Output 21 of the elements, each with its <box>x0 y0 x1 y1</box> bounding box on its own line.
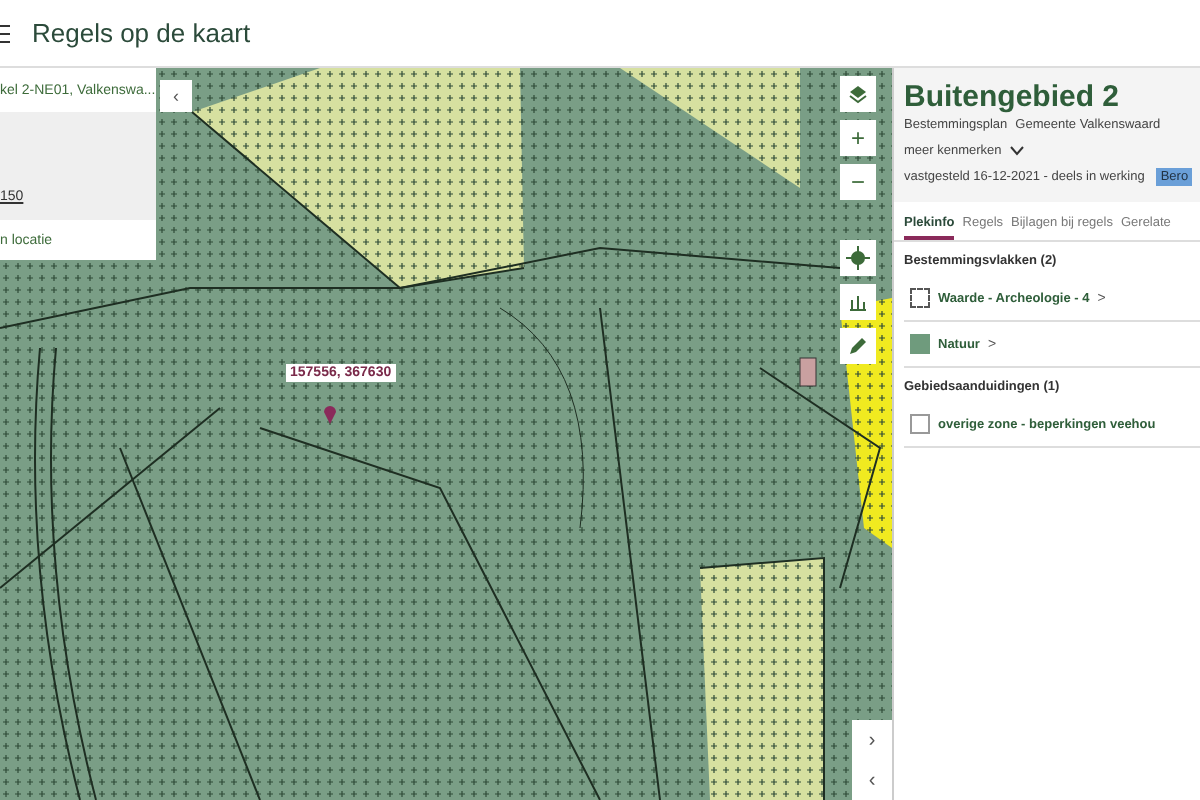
zoom-out-button[interactable]: − <box>840 164 876 200</box>
layers-icon <box>848 84 868 104</box>
chevron-down-icon <box>1009 146 1024 156</box>
zoom-in-button[interactable]: + <box>840 120 876 156</box>
bar-chart-icon <box>848 292 868 312</box>
pencil-icon <box>848 336 868 356</box>
chart-button[interactable] <box>840 284 876 320</box>
plan-title: Buitengebied 2 <box>904 80 1122 114</box>
draw-button[interactable] <box>840 328 876 364</box>
layers-button[interactable] <box>840 76 876 112</box>
collapse-button[interactable]: ‹ <box>160 80 192 112</box>
page-title: Regels op de kaart <box>32 18 251 48</box>
crosshair-icon <box>846 246 870 270</box>
previous-button[interactable]: ‹ <box>852 760 892 800</box>
swatch-icon <box>910 288 930 308</box>
map-drawing[interactable] <box>0 68 892 800</box>
map-pin-icon <box>324 406 336 424</box>
locate-button[interactable] <box>840 240 876 276</box>
swatch-icon <box>910 414 930 434</box>
menu-icon[interactable] <box>0 19 12 47</box>
next-button[interactable]: › <box>852 720 892 760</box>
